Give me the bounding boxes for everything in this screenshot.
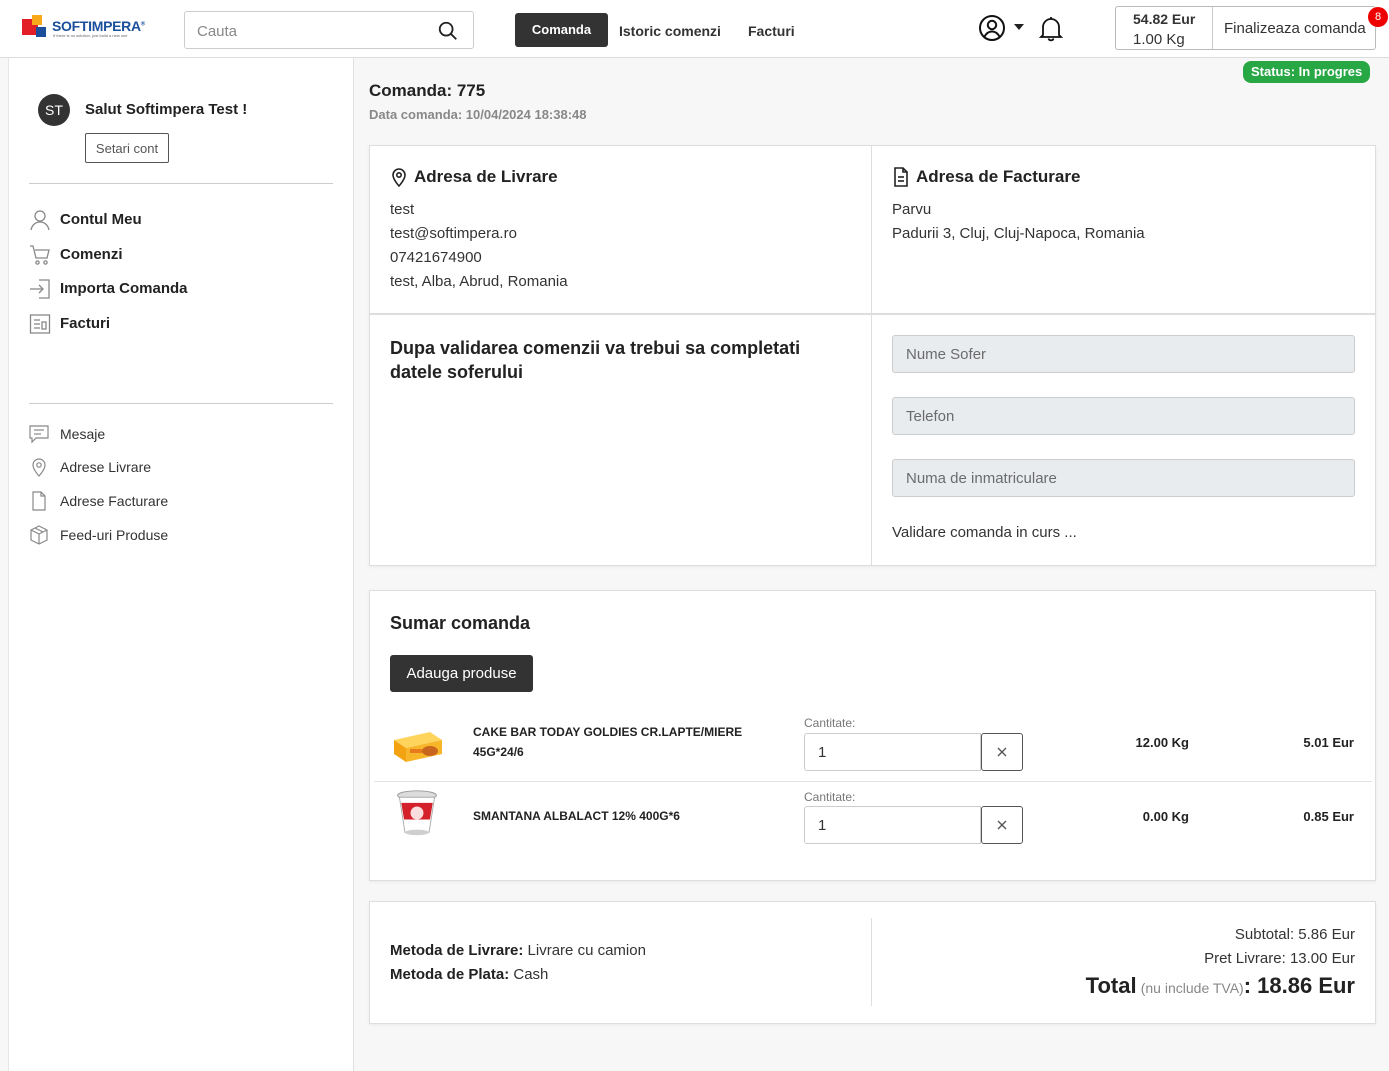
delivery-method-value: Livrare cu camion (527, 942, 646, 959)
sidebar-item-label: Facturi (60, 315, 111, 332)
quantity-input[interactable] (804, 733, 981, 771)
sidebar-item-label: Adrese Livrare (60, 459, 152, 475)
close-icon (997, 820, 1007, 830)
billing-address-heading: Adresa de Facturare (916, 167, 1081, 186)
card-divider (871, 918, 872, 1006)
cart-total-weight: 1.00 Kg (1133, 31, 1185, 48)
remove-product-button[interactable] (981, 806, 1023, 844)
total-value: : 18.86 Eur (1243, 973, 1355, 998)
delivery-phone: 07421674900 (390, 249, 482, 266)
logo-text: SOFTIMPERA® (52, 18, 145, 34)
delivery-address-line: test, Alba, Abrud, Romania (390, 273, 568, 290)
top-header: SOFTIMPERA® If there is no solution, jus… (0, 0, 1389, 58)
sidebar-divider (29, 183, 333, 184)
product-price: 5.01 Eur (1303, 735, 1354, 750)
avatar: ST (38, 94, 70, 126)
billing-address-line: Padurii 3, Cluj, Cluj-Napoca, Romania (892, 225, 1145, 242)
product-name: SMANTANA ALBALACT 12% 400G*6 (473, 809, 680, 823)
cart-icon (30, 245, 50, 265)
document-icon (32, 491, 46, 511)
status-badge: Status: In progres (1243, 61, 1371, 83)
user-circle-icon[interactable] (978, 14, 1006, 42)
sidebar-item-label: Importa Comanda (60, 280, 188, 297)
shipping-price: Pret Livrare: 13.00 Eur (1204, 950, 1355, 967)
quantity-label: Cantitate: (804, 716, 856, 730)
card-divider (871, 146, 872, 314)
finalize-order-button[interactable]: Finalizeaza comanda (1224, 20, 1366, 37)
sidebar-item-label: Adrese Facturare (60, 493, 169, 509)
file-text-icon (894, 167, 908, 187)
greeting-text: Salut Softimpera Test ! (85, 101, 248, 118)
add-products-button[interactable]: Adauga produse (390, 655, 533, 692)
sour-cream-cup-image[interactable] (390, 788, 444, 838)
order-date: Data comanda: 10/04/2024 18:38:48 (369, 107, 587, 122)
logo-tagline: If there is no solution, just build a ne… (53, 33, 128, 38)
box-icon (30, 525, 48, 545)
payment-method: Metoda de Plata: Cash (390, 966, 548, 983)
subtotal: Subtotal: 5.86 Eur (1234, 926, 1355, 943)
delivery-name: test (390, 201, 415, 218)
location-pin-icon (392, 168, 406, 187)
search-input[interactable] (197, 20, 427, 42)
driver-name-input[interactable] (892, 335, 1355, 373)
order-total: Total (nu include TVA): 18.86 Eur (1086, 973, 1355, 999)
message-icon (29, 425, 49, 444)
total-vat-note: (nu include TVA) (1140, 980, 1244, 996)
account-settings-button[interactable]: Setari cont (85, 133, 169, 163)
bell-icon[interactable] (1038, 14, 1064, 42)
quantity-label: Cantitate: (804, 790, 856, 804)
driver-info-note: Dupa validarea comenzii va trebui sa com… (390, 338, 801, 382)
cart-count-badge: 8 (1368, 7, 1388, 27)
billing-name: Parvu (892, 201, 932, 218)
product-name: CAKE BAR TODAY GOLDIES CR.LAPTE/MIERE 45… (473, 725, 743, 759)
softimpera-logo[interactable]: SOFTIMPERA® If there is no solution, jus… (22, 15, 146, 43)
product-row: SMANTANA ALBALACT 12% 400G*6 Cantitate: … (374, 782, 1372, 856)
delivery-method-label: Metoda de Livrare: (390, 942, 524, 959)
cart-separator (1212, 7, 1213, 49)
nav-tab-facturi[interactable]: Facturi (748, 13, 795, 47)
sidebar-item-label: Comenzi (60, 246, 123, 263)
logo-square-orange (32, 15, 42, 25)
sidebar-divider (29, 403, 333, 404)
delivery-address-heading: Adresa de Livrare (414, 167, 558, 186)
product-price: 0.85 Eur (1303, 809, 1354, 824)
cake-bar-box-image[interactable] (390, 718, 444, 768)
card-divider (871, 315, 872, 565)
caret-down-icon[interactable] (1014, 24, 1024, 30)
payment-method-label: Metoda de Plata: (390, 966, 510, 983)
license-plate-input[interactable] (892, 459, 1355, 497)
delivery-email: test@softimpera.ro (390, 225, 517, 242)
order-summary-title: Sumar comanda (390, 613, 531, 633)
sidebar-item-label: Feed-uri Produse (60, 527, 169, 543)
remove-product-button[interactable] (981, 733, 1023, 771)
nav-tab-comanda[interactable]: Comanda (515, 13, 608, 47)
import-icon (30, 279, 50, 299)
location-icon (32, 458, 46, 477)
search-box (184, 11, 474, 49)
payment-method-value: Cash (513, 966, 549, 983)
user-icon (30, 210, 50, 231)
delivery-method: Metoda de Livrare: Livrare cu camion (390, 942, 646, 959)
search-icon[interactable] (437, 20, 459, 42)
sidebar (8, 58, 354, 1071)
sidebar-item-label: Contul Meu (60, 211, 142, 228)
cart-total-price: 54.82 Eur (1133, 11, 1196, 27)
product-weight: 12.00 Kg (1135, 735, 1189, 750)
quantity-input[interactable] (804, 806, 981, 844)
logo-square-blue (36, 27, 46, 37)
invoice-icon (29, 314, 51, 334)
product-weight: 0.00 Kg (1142, 809, 1189, 824)
total-label: Total (1085, 973, 1137, 998)
cart-summary-box: 54.82 Eur 1.00 Kg Finalizeaza comanda (1115, 6, 1376, 50)
nav-tab-istoric-comenzi[interactable]: Istoric comenzi (619, 13, 721, 47)
validation-status-text: Validare comanda in curs ... (892, 524, 1077, 541)
product-row: CAKE BAR TODAY GOLDIES CR.LAPTE/MIERE 45… (374, 708, 1372, 782)
driver-phone-input[interactable] (892, 397, 1355, 435)
close-icon (997, 747, 1007, 757)
order-title: Comanda: 775 (369, 81, 486, 100)
sidebar-item-label: Mesaje (60, 426, 106, 442)
